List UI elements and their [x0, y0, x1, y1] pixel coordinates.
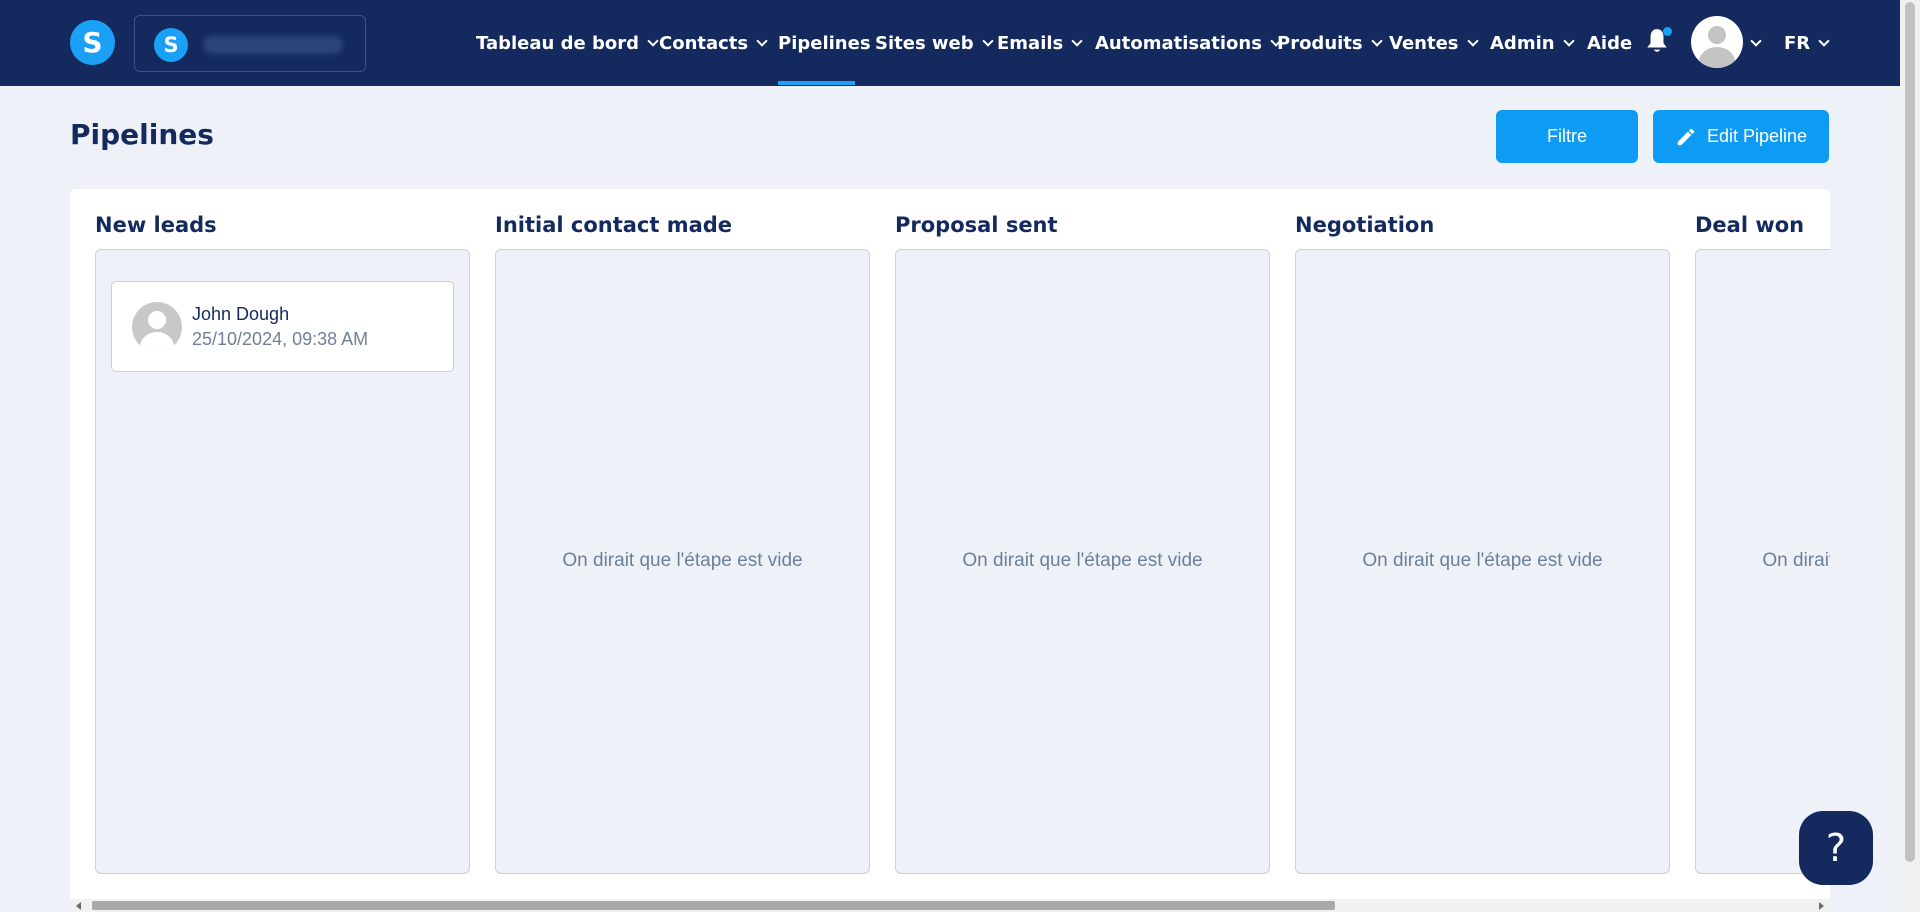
app-logo-letter: S [82, 25, 103, 59]
chevron-down-icon [1562, 34, 1575, 47]
nav-item-ventes[interactable]: Ventes [1389, 0, 1479, 86]
pipeline-board: New leads John Dough 25/10/2024, 09:38 A… [70, 189, 1830, 902]
active-nav-indicator [778, 81, 855, 85]
stage-column[interactable]: On dirait que l'étape est vide [895, 249, 1270, 874]
nav-item-pipelines[interactable]: Pipelines [778, 0, 871, 86]
stage-column[interactable]: On dirait que l'étape est vide [1295, 249, 1670, 874]
nav-label: Automatisations [1095, 32, 1262, 54]
stage-column[interactable]: On dirait que l'étape est vide [495, 249, 870, 874]
workspace-switcher[interactable]: S [134, 15, 366, 72]
stage-title: Proposal sent [895, 213, 1058, 237]
language-switcher[interactable]: FR [1784, 0, 1830, 86]
stage-title: Initial contact made [495, 213, 733, 237]
nav-item-contacts[interactable]: Contacts [659, 0, 768, 86]
nav-label: Admin [1490, 32, 1555, 54]
nav-item-emails[interactable]: Emails [997, 0, 1083, 86]
pencil-icon [1677, 128, 1695, 145]
nav-item-aide[interactable]: Aide [1587, 0, 1632, 86]
question-mark-icon: ? [1825, 826, 1847, 870]
notification-dot [1663, 27, 1672, 36]
nav-label: Sites web [875, 32, 974, 54]
chevron-down-icon [647, 34, 659, 47]
app-logo[interactable]: S [70, 20, 115, 65]
bell-icon[interactable] [1644, 27, 1672, 57]
empty-stage-message: On dirait que l'étape est vide [1362, 550, 1603, 571]
vertical-scrollbar[interactable] [1900, 0, 1920, 912]
nav-label: Emails [997, 32, 1064, 54]
stage-title: Negotiation [1295, 213, 1435, 237]
chevron-down-icon [1370, 34, 1383, 47]
scroll-left-arrow-icon[interactable] [76, 902, 81, 910]
top-navigation-bar: S S Tableau de bord Contacts Pipelines S… [0, 0, 1900, 86]
stage-title: New leads [95, 213, 217, 237]
chevron-down-icon [1071, 34, 1083, 47]
stage-title: Deal won [1695, 213, 1805, 237]
edit-pipeline-label: Edit Pipeline [1706, 126, 1808, 146]
chevron-down-icon [981, 34, 994, 47]
stage-column[interactable]: John Dough 25/10/2024, 09:38 AM [95, 249, 470, 874]
help-button[interactable]: ? [1799, 811, 1873, 885]
nav-label: Aide [1587, 32, 1633, 54]
horizontal-scrollbar[interactable] [70, 899, 1830, 912]
nav-item-admin[interactable]: Admin [1490, 0, 1575, 86]
nav-label: Produits [1277, 32, 1363, 54]
deal-card[interactable]: John Dough 25/10/2024, 09:38 AM [111, 281, 454, 372]
chevron-down-icon [1818, 34, 1830, 47]
deal-date: 25/10/2024, 09:38 AM [192, 329, 369, 349]
chevron-down-icon [1750, 34, 1762, 47]
stage-column[interactable]: On dirait que l'étape est vide [1695, 249, 1830, 874]
nav-item-automatisations[interactable]: Automatisations [1095, 0, 1282, 86]
scroll-right-arrow-icon[interactable] [1819, 902, 1824, 910]
language-label: FR [1784, 32, 1811, 54]
workspace-name-redacted [203, 36, 343, 54]
nav-item-produits[interactable]: Produits [1277, 0, 1383, 86]
empty-stage-message: On dirait que l'étape est vide [562, 550, 803, 571]
filter-button[interactable]: Filtre [1496, 110, 1638, 163]
edit-pipeline-button[interactable]: Edit Pipeline [1653, 110, 1829, 163]
nav-label: Ventes [1389, 32, 1459, 54]
page-title: Pipelines [70, 118, 214, 151]
nav-label: Pipelines [778, 32, 871, 54]
vertical-scrollbar-thumb[interactable] [1905, 2, 1915, 862]
nav-item-tableau-de-bord[interactable]: Tableau de bord [476, 0, 659, 86]
horizontal-scrollbar-thumb[interactable] [92, 901, 1335, 910]
workspace-logo: S [154, 28, 188, 62]
nav-label: Tableau de bord [476, 32, 639, 54]
chevron-down-icon [1466, 34, 1479, 47]
nav-label: Contacts [659, 32, 749, 54]
empty-stage-message: On dirait que l'étape est vide [1762, 550, 1830, 571]
user-avatar[interactable] [1691, 16, 1743, 68]
empty-stage-message: On dirait que l'étape est vide [962, 550, 1203, 571]
user-menu-chevron[interactable] [1750, 0, 1762, 86]
filter-button-label: Filtre [1547, 126, 1587, 146]
chevron-down-icon [756, 34, 768, 47]
nav-item-sites-web[interactable]: Sites web [875, 0, 994, 86]
avatar-icon [132, 302, 182, 352]
deal-contact-name: John Dough [192, 304, 290, 324]
